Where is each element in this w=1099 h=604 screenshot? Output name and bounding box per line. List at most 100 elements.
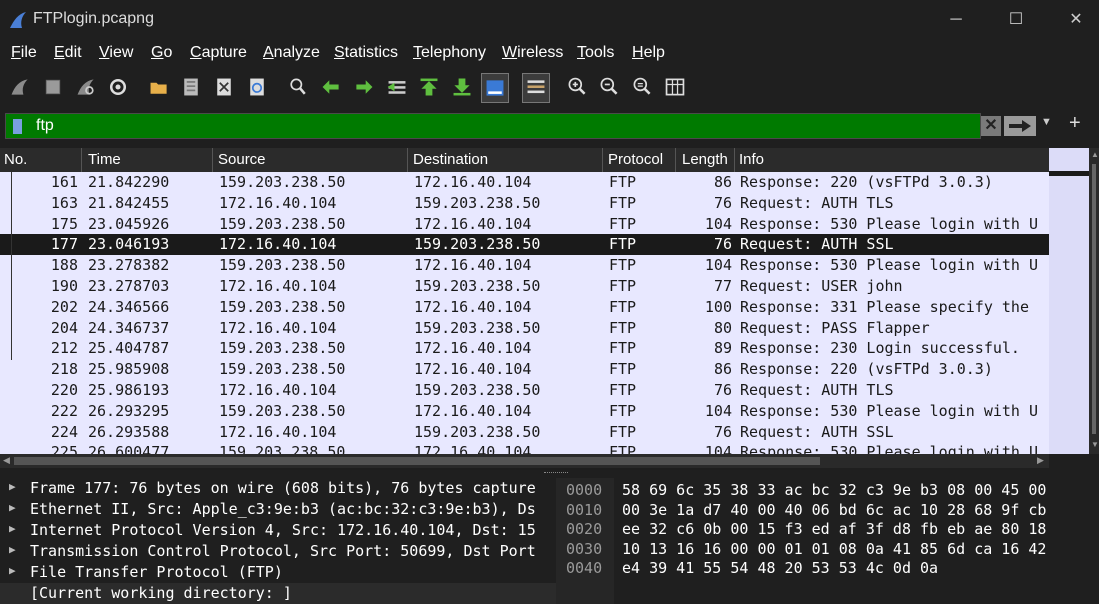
column-header-no[interactable]: No.	[4, 151, 27, 168]
close-file-button[interactable]	[211, 74, 237, 100]
packet-bytes-pane[interactable]: 0000 58 69 6c 35 38 33 ac bc 32 c3 9e b3 …	[556, 478, 1099, 604]
packet-row[interactable]: 220 25.986193 172.16.40.104 159.203.238.50 F…	[0, 380, 1049, 401]
expand-arrow-icon[interactable]: ▶	[9, 522, 16, 535]
expand-arrow-icon[interactable]: ▶	[9, 480, 16, 493]
menu-telephony[interactable]: Telephony	[413, 44, 486, 62]
go-first-packet-button[interactable]	[416, 74, 442, 100]
column-header-time[interactable]: Time	[88, 151, 121, 168]
details-tree-item[interactable]: ▶ File Transfer Protocol (FTP)	[0, 562, 556, 583]
pane-splitter[interactable]	[0, 468, 1099, 478]
minimize-button[interactable]: ─	[936, 6, 976, 34]
menu-go[interactable]: Go	[151, 44, 172, 62]
expand-arrow-icon[interactable]: ▶	[9, 543, 16, 556]
save-file-button[interactable]	[178, 74, 204, 100]
packet-row[interactable]: 212 25.404787 159.203.238.50 172.16.40.104 F…	[0, 338, 1049, 359]
packet-details-pane[interactable]: ▶ Frame 177: 76 bytes on wire (608 bits),…	[0, 478, 556, 604]
shark-fin-start-button[interactable]	[7, 74, 33, 100]
close-button[interactable]: ✕	[1056, 6, 1096, 34]
go-to-packet-button[interactable]	[384, 74, 410, 100]
details-tree-item[interactable]: ▶ Internet Protocol Version 4, Src: 172.1…	[0, 520, 556, 541]
clear-filter-button[interactable]: ✕	[981, 116, 1001, 136]
packet-row[interactable]: 224 26.293588 172.16.40.104 159.203.238.50 F…	[0, 422, 1049, 443]
minimap-selected-marker	[1049, 171, 1089, 176]
menu-edit[interactable]: Edit	[54, 44, 82, 62]
capture-options-button[interactable]	[105, 74, 131, 100]
packet-list-vertical-scrollbar[interactable]: ▲ ▼	[1089, 148, 1099, 454]
scroll-right-icon[interactable]: ▶	[1037, 455, 1044, 466]
expand-arrow-icon[interactable]: ▶	[9, 564, 16, 577]
packet-row[interactable]: 188 23.278382 159.203.238.50 172.16.40.104 F…	[0, 255, 1049, 276]
menu-help[interactable]: Help	[632, 44, 665, 62]
normal-size-button[interactable]	[629, 74, 655, 100]
open-file-button[interactable]	[146, 74, 172, 100]
column-divider[interactable]	[602, 148, 603, 172]
go-forward-button[interactable]	[351, 74, 377, 100]
packet-row[interactable]: 218 25.985908 159.203.238.50 172.16.40.104 F…	[0, 359, 1049, 380]
colorize-button[interactable]	[522, 73, 550, 103]
packet-list-horizontal-scrollbar[interactable]: ◀ ▶	[0, 454, 1049, 468]
packet-row[interactable]: 222 26.293295 159.203.238.50 172.16.40.104 F…	[0, 401, 1049, 422]
menu-tools[interactable]: Tools	[577, 44, 614, 62]
column-header-info[interactable]: Info	[739, 151, 764, 168]
column-header-source[interactable]: Source	[218, 151, 266, 168]
menu-wireless[interactable]: Wireless	[502, 44, 563, 62]
filter-history-dropdown[interactable]: ▼	[1041, 116, 1052, 128]
column-divider[interactable]	[734, 148, 735, 172]
apply-filter-button[interactable]	[1004, 116, 1036, 136]
stop-capture-button[interactable]	[40, 74, 66, 100]
menu-capture[interactable]: Capture	[190, 44, 247, 62]
column-header-protocol[interactable]: Protocol	[608, 151, 663, 168]
maximize-button[interactable]: ☐	[996, 6, 1036, 34]
column-header-length[interactable]: Length	[682, 151, 728, 168]
packet-row[interactable]: 163 21.842455 172.16.40.104 159.203.238.50 F…	[0, 193, 1049, 214]
packet-minimap[interactable]	[1049, 148, 1089, 454]
zoom-in-button[interactable]	[564, 74, 590, 100]
scroll-up-icon[interactable]: ▲	[1091, 150, 1099, 159]
resize-columns-button[interactable]	[662, 74, 688, 100]
details-tree-item[interactable]: ▶ Ethernet II, Src: Apple_c3:9e:b3 (ac:bc…	[0, 499, 556, 520]
hex-bytes[interactable]: ee 32 c6 0b 00 15 f3 ed af 3f d8 fb eb a…	[622, 520, 1046, 538]
go-back-button[interactable]	[318, 74, 344, 100]
hex-bytes[interactable]: 00 3e 1a d7 40 00 40 06 bd 6c ac 10 28 6…	[622, 501, 1046, 519]
packet-row[interactable]: 225 26.600477 159.203.238.50 172.16.40.104 F…	[0, 442, 1049, 454]
details-tree-item[interactable]: [Current working directory: ]	[0, 583, 556, 604]
menu-statistics[interactable]: Statistics	[334, 44, 398, 62]
zoom-out-button[interactable]	[596, 74, 622, 100]
bookmark-icon[interactable]	[13, 119, 22, 134]
details-tree-item[interactable]: ▶ Frame 177: 76 bytes on wire (608 bits),…	[0, 478, 556, 499]
go-last-packet-button[interactable]	[449, 74, 475, 100]
expand-arrow-icon[interactable]: ▶	[9, 501, 16, 514]
packet-row[interactable]: 204 24.346737 172.16.40.104 159.203.238.50 F…	[0, 318, 1049, 339]
restart-capture-button[interactable]	[73, 74, 99, 100]
packet-row[interactable]: 161 21.842290 159.203.238.50 172.16.40.104 F…	[0, 172, 1049, 193]
menu-analyze[interactable]: Analyze	[263, 44, 320, 62]
auto-scroll-button[interactable]	[481, 73, 509, 103]
menu-file[interactable]: File	[11, 44, 37, 62]
column-divider[interactable]	[407, 148, 408, 172]
packet-length: 76	[713, 422, 732, 441]
scroll-left-icon[interactable]: ◀	[3, 455, 10, 466]
packet-list[interactable]: No. Time Source Destination Protocol Len…	[0, 148, 1049, 454]
packet-length: 104	[704, 401, 732, 420]
add-filter-button[interactable]: +	[1069, 112, 1081, 135]
packet-info: Response: 230 Login successful.	[740, 339, 1020, 358]
packet-row[interactable]: 175 23.045926 159.203.238.50 172.16.40.104 F…	[0, 214, 1049, 235]
details-tree-item[interactable]: ▶ Transmission Control Protocol, Src Port…	[0, 541, 556, 562]
scroll-down-icon[interactable]: ▼	[1091, 440, 1099, 449]
scrollbar-thumb[interactable]	[14, 457, 820, 465]
packet-row[interactable]: 202 24.346566 159.203.238.50 172.16.40.104 F…	[0, 297, 1049, 318]
scrollbar-thumb[interactable]	[1092, 164, 1096, 434]
display-filter-input[interactable]: ftp	[5, 113, 981, 139]
hex-bytes[interactable]: e4 39 41 55 54 48 20 53 53 4c 0d 0a	[622, 559, 938, 577]
hex-bytes[interactable]: 58 69 6c 35 38 33 ac bc 32 c3 9e b3 08 0…	[622, 481, 1046, 499]
packet-row-selected[interactable]: 177 23.046193 172.16.40.104 159.203.238.50 F…	[0, 234, 1049, 256]
hex-bytes[interactable]: 10 13 16 16 00 00 01 01 08 0a 41 85 6d c…	[622, 540, 1046, 558]
column-divider[interactable]	[81, 148, 82, 172]
packet-row[interactable]: 190 23.278703 172.16.40.104 159.203.238.50 F…	[0, 276, 1049, 297]
column-header-destination[interactable]: Destination	[413, 151, 488, 168]
find-packet-button[interactable]	[285, 74, 311, 100]
column-divider[interactable]	[675, 148, 676, 172]
menu-view[interactable]: View	[99, 44, 133, 62]
reload-file-button[interactable]	[244, 74, 270, 100]
column-divider[interactable]	[212, 148, 213, 172]
